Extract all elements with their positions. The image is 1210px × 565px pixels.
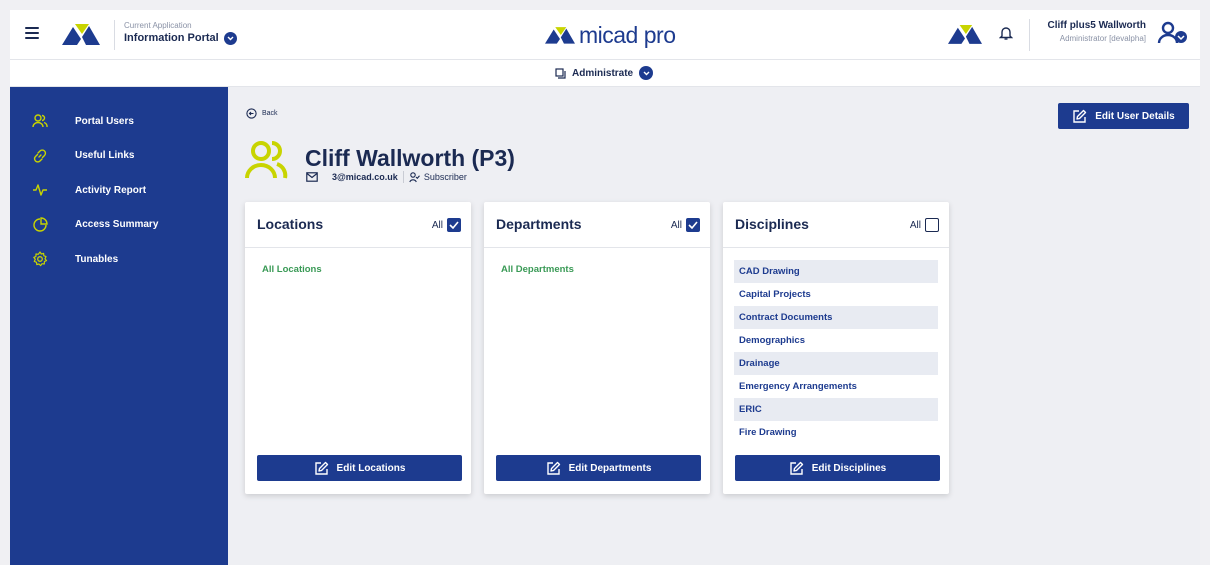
card-title: Locations: [257, 216, 324, 232]
checkbox-unchecked-icon: [925, 218, 939, 232]
edit-icon: [1073, 109, 1087, 123]
sidebar-item-tunables[interactable]: Tunables: [10, 242, 228, 277]
user-info[interactable]: Cliff plus5 Wallworth Administrator [dev…: [1029, 19, 1146, 51]
user-profile-icon: [245, 141, 288, 179]
chevron-down-icon: [639, 66, 654, 80]
list-item[interactable]: CAD Drawing: [734, 260, 938, 283]
chevron-down-icon: [223, 32, 237, 45]
divider: [402, 171, 404, 183]
list-item: All Locations: [262, 264, 322, 275]
profile-role: Subscriber: [423, 172, 467, 182]
brand-name: micad pro: [579, 22, 676, 48]
back-button[interactable]: Back: [246, 108, 278, 119]
users-icon: [32, 113, 48, 129]
edit-user-details-button[interactable]: Edit User Details: [1058, 103, 1189, 129]
micad-logo-icon: [62, 24, 100, 45]
profile-name: Cliff Wallworth (P3): [305, 145, 515, 171]
checkbox-checked-icon: [686, 218, 700, 232]
list-item[interactable]: Fire Drawing: [734, 421, 938, 444]
checkbox-checked-icon: [447, 218, 461, 232]
sidebar-item-label: Access Summary: [75, 219, 159, 231]
card-title: Disciplines: [735, 216, 809, 232]
edit-locations-button[interactable]: Edit Locations: [257, 455, 462, 481]
profile-email: 3@micad.co.uk: [332, 172, 398, 182]
all-label: All: [670, 219, 682, 231]
edit-icon: [790, 461, 803, 475]
edit-icon: [546, 461, 560, 475]
current-app-name: Information Portal: [124, 32, 219, 44]
list-item[interactable]: Demographics: [734, 329, 938, 352]
bell-icon[interactable]: [999, 25, 1013, 41]
brand-logo: micad pro: [545, 22, 676, 48]
user-check-icon: [409, 171, 420, 182]
hamburger-menu-icon[interactable]: [25, 27, 39, 39]
sidebar-item-access-summary[interactable]: Access Summary: [10, 208, 228, 243]
current-application-switcher[interactable]: Current Application Information Portal: [114, 20, 237, 50]
all-departments-checkbox[interactable]: All: [671, 218, 700, 232]
sidebar-item-portal-users[interactable]: Portal Users: [10, 104, 228, 139]
edit-departments-label: Edit Departments: [568, 462, 652, 474]
disciplines-card: Disciplines All CAD Drawing Capital Proj…: [723, 202, 949, 494]
list-item: All Departments: [501, 264, 574, 275]
pie-chart-icon: [32, 217, 48, 233]
user-avatar-icon[interactable]: [1157, 21, 1189, 47]
edit-locations-label: Edit Locations: [336, 462, 406, 474]
sidebar-item-useful-links[interactable]: Useful Links: [10, 139, 228, 174]
profile-meta: 3@micad.co.uk Subscriber: [306, 171, 467, 183]
edit-departments-button[interactable]: Edit Departments: [496, 455, 701, 481]
user-name: Cliff plus5 Wallworth: [1047, 20, 1146, 31]
list-item[interactable]: Capital Projects: [734, 283, 938, 306]
card-title: Departments: [496, 216, 582, 232]
activity-icon: [32, 182, 48, 198]
windows-icon: [555, 67, 566, 79]
list-item[interactable]: Drainage: [734, 352, 938, 375]
mail-icon: [306, 172, 318, 182]
edit-disciplines-button[interactable]: Edit Disciplines: [735, 455, 940, 481]
all-label: All: [431, 219, 443, 231]
list-item[interactable]: Emergency Arrangements: [734, 375, 938, 398]
administrate-label: Administrate: [572, 67, 634, 79]
edit-user-details-label: Edit User Details: [1095, 110, 1175, 122]
app-frame: Current Application Information Portal m…: [10, 10, 1200, 565]
all-disciplines-checkbox[interactable]: All: [910, 218, 939, 232]
arrow-left-circle-icon: [246, 108, 257, 119]
gear-icon: [32, 251, 48, 267]
sidebar-item-activity-report[interactable]: Activity Report: [10, 173, 228, 208]
list-item[interactable]: Contract Documents: [734, 306, 938, 329]
departments-card: Departments All All Departments Edit Dep…: [484, 202, 710, 494]
micad-brand-mark-icon: [545, 27, 575, 44]
back-label: Back: [262, 110, 278, 117]
all-label: All: [909, 219, 921, 231]
link-icon: [32, 148, 48, 164]
current-app-caption: Current Application: [124, 21, 192, 30]
all-locations-checkbox[interactable]: All: [432, 218, 461, 232]
sidebar-item-label: Useful Links: [75, 150, 135, 162]
sidebar-item-label: Tunables: [75, 253, 119, 265]
list-item[interactable]: ERIC: [734, 398, 938, 421]
sidebar: Portal Users Useful Links Activity Repor…: [10, 87, 228, 565]
sidebar-item-label: Activity Report: [75, 184, 147, 196]
micad-small-logo-icon: [948, 25, 982, 44]
sub-header: Administrate: [10, 60, 1200, 87]
edit-disciplines-label: Edit Disciplines: [811, 462, 887, 474]
administrate-menu[interactable]: Administrate: [555, 66, 654, 80]
top-header: Current Application Information Portal m…: [10, 10, 1200, 60]
edit-icon: [314, 461, 328, 475]
locations-card: Locations All All Locations Edit Locatio…: [245, 202, 471, 494]
sidebar-item-label: Portal Users: [75, 115, 134, 127]
user-role: Administrator [devalpha]: [1059, 34, 1146, 43]
